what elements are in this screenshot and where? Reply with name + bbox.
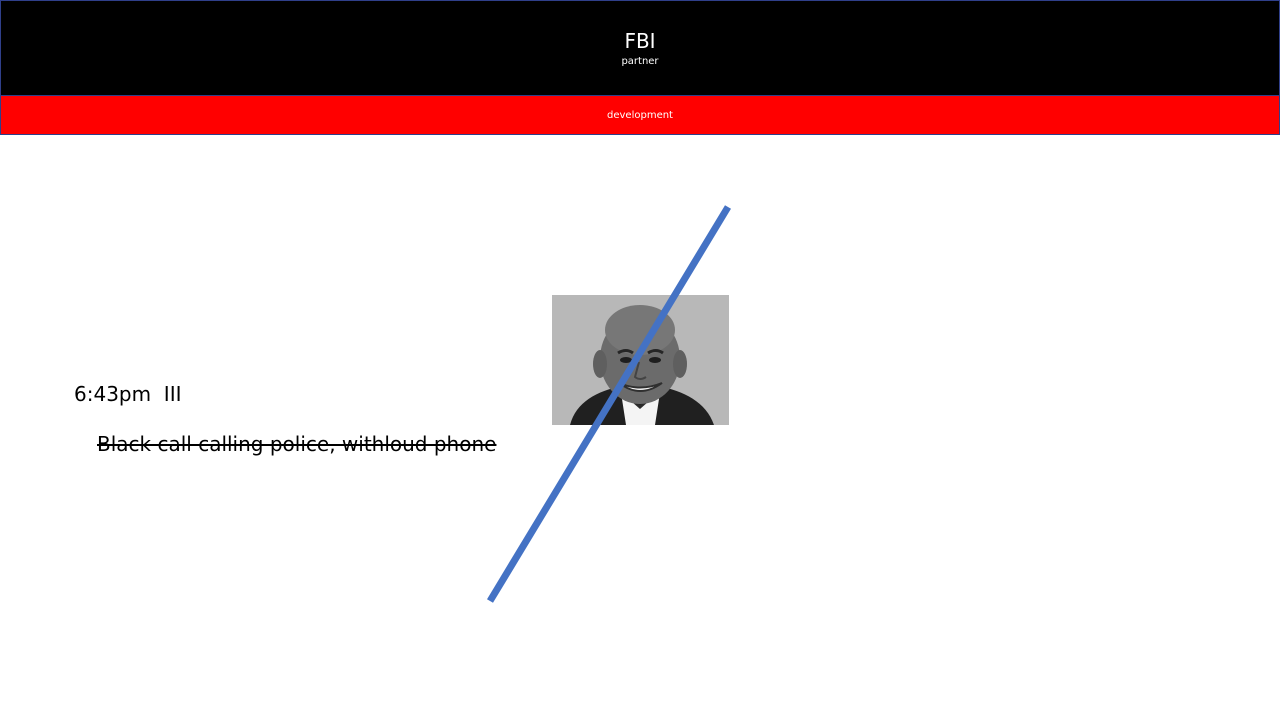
time-label: 6:43pm III [74,382,182,406]
header-title: FBI [624,29,656,53]
photo-eye-left [620,357,632,363]
banner-label: development [607,110,673,121]
photo-ear-left [593,350,607,378]
header-subtitle: partner [621,56,659,67]
struck-text: Black call calling police, withloud phon… [97,432,497,456]
portrait-photo-drawing [552,295,729,425]
photo-eye-right [649,357,661,363]
photo-ear-right [673,350,687,378]
photo-head-highlight [605,305,675,355]
slide-canvas: FBI partner development 6:43pm III Black… [0,0,1280,720]
portrait-photo-icon [552,295,729,425]
